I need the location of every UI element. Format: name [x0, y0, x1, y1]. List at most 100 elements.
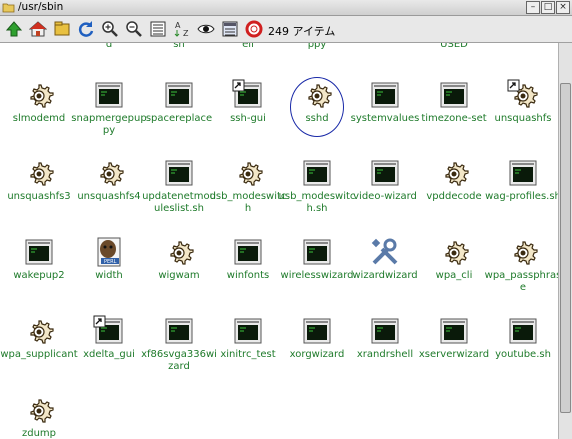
- file-label: xorgwizard: [289, 349, 345, 360]
- file-label: scannerwizard.sh: [173, 43, 185, 50]
- vertical-scrollbar[interactable]: [558, 43, 572, 439]
- zoom-in-icon[interactable]: [100, 19, 120, 39]
- file-item[interactable]: sshd: [278, 79, 356, 125]
- file-label: xdelta_gui: [83, 349, 135, 360]
- perl-icon: PERL: [93, 236, 125, 268]
- maximize-button[interactable]: □: [541, 1, 555, 14]
- file-item[interactable]: unsquashfs: [484, 79, 558, 125]
- file-item[interactable]: updatenetmoduleslist.sh: [140, 157, 218, 215]
- file-item[interactable]: wpa_passphrase: [484, 236, 558, 294]
- file-label: spacereplace: [145, 113, 213, 124]
- gear-icon: [232, 157, 264, 189]
- file-item[interactable]: usb_modeswitch.sh: [278, 157, 356, 215]
- file-label: youtube.sh: [495, 349, 551, 360]
- file-item[interactable]: systemvalues: [346, 79, 424, 125]
- zoom-out-icon[interactable]: [124, 19, 144, 39]
- file-item[interactable]: xf86svga336wizard: [140, 315, 218, 373]
- refresh-icon[interactable]: [76, 19, 96, 39]
- file-item[interactable]: ssh-gui: [209, 79, 287, 125]
- file-item[interactable]: wakepup2: [0, 236, 78, 282]
- file-label: wpa_passphrase: [484, 270, 558, 293]
- file-label: wizardwizard: [352, 270, 418, 281]
- help-icon[interactable]: [244, 19, 264, 39]
- file-item[interactable]: timezone-set: [415, 79, 493, 125]
- svg-text:Z: Z: [183, 29, 189, 38]
- file-label: xrandrshell: [356, 349, 414, 360]
- home-icon[interactable]: [28, 19, 48, 39]
- file-item[interactable]: set-time-for-puppy: [278, 43, 356, 51]
- file-item[interactable]: zdump: [0, 394, 78, 439]
- file-label: usb_modeswitch: [209, 191, 287, 214]
- file-label: width: [95, 270, 123, 281]
- file-label: vpddecode: [426, 191, 482, 202]
- bookmarks-icon[interactable]: [52, 19, 72, 39]
- file-item[interactable]: xrandrshell: [346, 315, 424, 361]
- gear-icon: [23, 394, 55, 426]
- file-item[interactable]: wizardwizard: [346, 236, 424, 282]
- gear-icon: [23, 157, 55, 189]
- file-label: systemvalues: [350, 113, 420, 124]
- terminal-icon: [438, 315, 470, 347]
- file-label: wpa_supplicant: [0, 349, 78, 360]
- file-label: xinitrc_test: [220, 349, 276, 360]
- close-button[interactable]: ×: [556, 1, 570, 14]
- terminal-icon: [507, 315, 539, 347]
- file-item[interactable]: wigwam: [140, 236, 218, 282]
- file-item[interactable]: unsquashfs4: [70, 157, 148, 203]
- file-label: video-wizard: [353, 191, 417, 202]
- terminal-icon: [369, 79, 401, 111]
- minimize-button[interactable]: –: [526, 1, 540, 14]
- file-label: sshd: [305, 113, 329, 124]
- gear-icon: [438, 157, 470, 189]
- file-item[interactable]: xorgwizard: [278, 315, 356, 361]
- file-item[interactable]: snapmergepuppy: [70, 79, 148, 137]
- up-arrow-icon[interactable]: [4, 19, 24, 39]
- file-item[interactable]: xserverwizard: [415, 315, 493, 361]
- file-item[interactable]: secureteinetshell: [209, 43, 287, 51]
- gear-link-icon: [507, 79, 539, 111]
- file-view[interactable]: savezimagesavesession-dvdscannerwizard.s…: [0, 43, 558, 439]
- file-item[interactable]: wpa_supplicant: [0, 315, 78, 361]
- gear-icon: [438, 236, 470, 268]
- file-item[interactable]: spacereplace: [140, 79, 218, 125]
- file-item[interactable]: video-wizard: [346, 157, 424, 203]
- file-item[interactable]: vpddecode: [415, 157, 493, 203]
- file-item[interactable]: usb_modeswitch: [209, 157, 287, 215]
- file-label: updatenetmoduleslist.sh: [142, 191, 216, 214]
- terminal-icon: [23, 236, 55, 268]
- file-label: slmodemd: [12, 113, 66, 124]
- file-item[interactable]: scannerwizard.sh: [140, 43, 218, 51]
- file-item[interactable]: xinitrc_test: [209, 315, 287, 361]
- title-bar[interactable]: /usr/sbin – □ ×: [0, 0, 572, 16]
- file-label: wag-profiles.sh: [485, 191, 558, 202]
- gear-icon: [163, 236, 195, 268]
- file-label: wpa_cli: [435, 270, 473, 281]
- file-item[interactable]: youtube.sh: [484, 315, 558, 361]
- file-item[interactable]: winfonts: [209, 236, 287, 282]
- file-label: usb_modeswitch.sh: [278, 191, 356, 214]
- file-label: zdump: [21, 428, 57, 439]
- file-item[interactable]: xdelta_gui: [70, 315, 148, 361]
- file-item[interactable]: wpa_cli: [415, 236, 493, 282]
- sort-az-icon[interactable]: AZ: [172, 19, 192, 39]
- file-item[interactable]: wirelesswizard: [278, 236, 356, 282]
- file-label: wakepup2: [13, 270, 65, 281]
- gear-icon: [23, 79, 55, 111]
- details-view-icon[interactable]: [220, 19, 240, 39]
- scrollbar-thumb[interactable]: [560, 83, 571, 413]
- terminal-icon: [232, 315, 264, 347]
- gear-icon: [93, 157, 125, 189]
- file-label: wirelesswizard: [280, 270, 354, 281]
- window-title: /usr/sbin: [18, 1, 64, 13]
- file-item[interactable]: savesession-dvd: [70, 43, 148, 51]
- file-item[interactable]: setfont-BB-NOTUSED: [415, 43, 493, 51]
- file-item[interactable]: slmodemd: [0, 79, 78, 125]
- list-view-icon[interactable]: [148, 19, 168, 39]
- file-item[interactable]: wag-profiles.sh: [484, 157, 558, 203]
- file-item[interactable]: PERL width: [70, 236, 148, 282]
- file-label: winfonts: [226, 270, 270, 281]
- show-hidden-icon[interactable]: [196, 19, 216, 39]
- terminal-icon: [301, 315, 333, 347]
- file-item[interactable]: unsquashfs3: [0, 157, 78, 203]
- terminal-icon: [163, 79, 195, 111]
